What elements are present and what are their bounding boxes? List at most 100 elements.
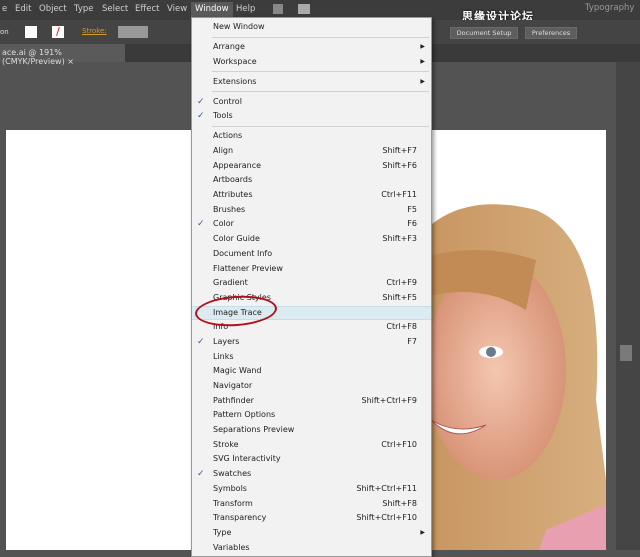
- menu-item-align[interactable]: Align Shift+F7: [192, 144, 431, 159]
- menu-view[interactable]: View: [167, 4, 187, 14]
- menu-item-shortcut: Shift+F7: [382, 146, 417, 155]
- menu-object[interactable]: Object: [39, 4, 67, 14]
- menu-effect[interactable]: Effect: [135, 4, 159, 14]
- checkmark-icon: ✓: [197, 469, 205, 480]
- menu-item-new-window[interactable]: New Window: [192, 20, 431, 35]
- preferences-button[interactable]: Preferences: [525, 27, 577, 39]
- menu-item-svg-interactivity[interactable]: SVG Interactivity: [192, 452, 431, 467]
- menu-item-symbols[interactable]: Symbols Shift+Ctrl+F11: [192, 482, 431, 497]
- menu-item-shortcut: Shift+F3: [382, 234, 417, 244]
- menu-item-label: Links: [213, 351, 234, 361]
- menu-item-tools[interactable]: ✓ Tools: [192, 109, 431, 124]
- stroke-none-swatch[interactable]: /: [52, 26, 64, 38]
- menu-item-stroke[interactable]: Stroke Ctrl+F10: [192, 438, 431, 453]
- menu-item-swatches[interactable]: ✓ Swatches: [192, 467, 431, 482]
- checkmark-icon: ✓: [197, 96, 205, 107]
- menu-item-shortcut: Ctrl+F8: [386, 322, 417, 332]
- menu-item-document-info[interactable]: Document Info: [192, 247, 431, 262]
- menu-item-brushes[interactable]: Brushes F5: [192, 203, 431, 218]
- document-tab-title: ace.ai @ 191% (CMYK/Preview): [2, 48, 65, 66]
- menu-item-label: Extensions: [213, 76, 257, 86]
- menu-item-variables[interactable]: Variables: [192, 541, 431, 556]
- menu-item-label: New Window: [213, 22, 265, 31]
- menu-item-label: Variables: [213, 542, 250, 552]
- menu-item-pathfinder[interactable]: Pathfinder Shift+Ctrl+F9: [192, 394, 431, 409]
- menu-item-navigator[interactable]: Navigator: [192, 379, 431, 394]
- menu-item-flattener-preview[interactable]: Flattener Preview: [192, 262, 431, 277]
- menu-item-label: Actions: [213, 131, 243, 141]
- scrollbar-thumb[interactable]: [620, 345, 632, 361]
- stroke-weight-input[interactable]: [118, 26, 148, 38]
- menu-item-workspace[interactable]: Workspace ▶: [192, 55, 431, 70]
- menu-file[interactable]: e: [2, 4, 7, 14]
- menu-item-type[interactable]: Type ▶: [192, 526, 431, 541]
- menu-item-shortcut: Ctrl+F9: [386, 278, 417, 288]
- menu-item-label: Brushes: [213, 204, 246, 214]
- checkmark-icon: ✓: [197, 111, 205, 122]
- menu-item-color[interactable]: ✓ Color F6: [192, 217, 431, 232]
- stroke-label[interactable]: Stroke:: [82, 27, 107, 35]
- menu-item-label: SVG Interactivity: [213, 454, 281, 464]
- menu-item-gradient[interactable]: Gradient Ctrl+F9: [192, 276, 431, 291]
- menu-item-shortcut: Shift+F8: [382, 498, 417, 508]
- menu-help[interactable]: Help: [236, 4, 255, 14]
- menu-item-label: Separations Preview: [213, 425, 295, 435]
- submenu-arrow-icon: ▶: [420, 57, 425, 65]
- menu-item-links[interactable]: Links: [192, 350, 431, 365]
- window-menu: New Window Arrange ▶ Workspace ▶ Extensions ▶ ✓…: [191, 17, 432, 557]
- menu-item-label: Control: [213, 96, 242, 106]
- menu-item-actions[interactable]: Actions: [192, 129, 431, 144]
- menu-item-label: Workspace: [213, 56, 257, 66]
- submenu-arrow-icon: ▶: [420, 77, 425, 85]
- menu-item-shortcut: F6: [407, 219, 417, 229]
- menu-select[interactable]: Select: [102, 4, 128, 14]
- menu-type[interactable]: Type: [74, 4, 94, 14]
- menu-item-pattern-options[interactable]: Pattern Options: [192, 408, 431, 423]
- menu-item-label: Navigator: [213, 381, 253, 390]
- menu-item-label: Pathfinder: [213, 395, 254, 405]
- menu-item-magic-wand[interactable]: Magic Wand: [192, 364, 431, 379]
- menu-item-shortcut: Ctrl+F10: [381, 439, 417, 449]
- menu-item-layers[interactable]: ✓ Layers F7: [192, 335, 431, 350]
- menu-item-extensions[interactable]: Extensions ▶: [192, 75, 431, 90]
- menu-item-color-guide[interactable]: Color Guide Shift+F3: [192, 232, 431, 247]
- menu-item-artboards[interactable]: Artboards: [192, 173, 431, 188]
- submenu-arrow-icon: ▶: [420, 42, 425, 50]
- menu-window[interactable]: Window: [191, 2, 233, 18]
- menu-item-attributes[interactable]: Attributes Ctrl+F11: [192, 188, 431, 203]
- arrange-documents-icon[interactable]: [298, 4, 310, 14]
- fill-swatch[interactable]: [25, 26, 37, 38]
- menu-item-shortcut: Shift+Ctrl+F9: [361, 395, 417, 405]
- menu-item-shortcut: Shift+Ctrl+F10: [356, 513, 417, 523]
- menu-item-label: Symbols: [213, 483, 247, 493]
- submenu-arrow-icon: ▶: [420, 528, 425, 536]
- menu-item-label: Attributes: [213, 190, 253, 200]
- menu-item-separations-preview[interactable]: Separations Preview: [192, 423, 431, 438]
- document-setup-button[interactable]: Document Setup: [450, 27, 518, 39]
- checkmark-icon: ✓: [197, 219, 205, 230]
- menu-item-label: Swatches: [213, 469, 252, 479]
- menu-item-label: Align: [213, 146, 234, 155]
- menu-item-shortcut: Shift+F6: [382, 160, 417, 170]
- menu-item-label: Artboards: [213, 175, 253, 185]
- menu-item-label: Tools: [213, 111, 233, 121]
- control-label: on: [0, 28, 9, 36]
- menu-item-label: Color: [213, 219, 234, 229]
- menu-item-label: Stroke: [213, 439, 239, 449]
- close-tab-icon[interactable]: ×: [67, 57, 74, 66]
- document-tab[interactable]: ace.ai @ 191% (CMYK/Preview) ×: [0, 44, 125, 66]
- menu-item-label: Flattener Preview: [213, 263, 283, 273]
- menu-item-control[interactable]: ✓ Control: [192, 95, 431, 110]
- menu-item-appearance[interactable]: Appearance Shift+F6: [192, 159, 431, 174]
- menu-item-label: Appearance: [213, 160, 262, 170]
- menu-item-shortcut: Shift+Ctrl+F11: [356, 483, 417, 493]
- menu-edit[interactable]: Edit: [15, 4, 31, 14]
- menu-item-transform[interactable]: Transform Shift+F8: [192, 497, 431, 512]
- menu-item-label: Arrange: [213, 41, 245, 51]
- menu-item-transparency[interactable]: Transparency Shift+Ctrl+F10: [192, 511, 431, 526]
- menu-item-arrange[interactable]: Arrange ▶: [192, 40, 431, 55]
- vertical-scrollbar[interactable]: [616, 62, 640, 550]
- menu-item-label: Gradient: [213, 278, 248, 288]
- menu-item-label: Pattern Options: [213, 410, 276, 420]
- bridge-icon[interactable]: [273, 4, 283, 14]
